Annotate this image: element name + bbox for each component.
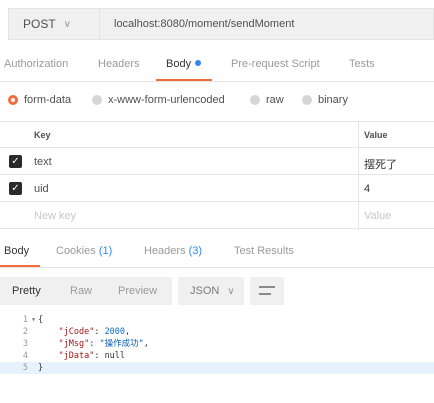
format-label: JSON [190, 285, 220, 297]
json-value: null [104, 351, 126, 361]
checkbox-checked-icon[interactable]: ✓ [9, 182, 22, 195]
table-row: ✓ uid 4 [0, 175, 434, 202]
modified-dot-icon [195, 60, 202, 66]
close-brace: } [38, 363, 44, 373]
raw-button[interactable]: Raw [70, 285, 92, 297]
code-text: "jData": null [58, 351, 126, 361]
method-select[interactable]: POST ∨ [8, 8, 100, 40]
json-value: 2000 [104, 327, 126, 337]
value-column-header: Value [364, 130, 388, 140]
tab-authorization[interactable]: Authorization [4, 58, 68, 70]
line-number: 3 [22, 339, 28, 349]
tab-prerequest-script[interactable]: Pre-request Script [231, 58, 320, 70]
radio-label: binary [318, 94, 348, 106]
radio-unchecked-icon [250, 95, 260, 105]
method-label: POST [23, 17, 56, 31]
tab-headers[interactable]: Headers [98, 58, 140, 70]
url-input[interactable]: localhost:8080/moment/sendMoment [100, 8, 434, 40]
code-line: 4 "jData": null [0, 350, 434, 362]
new-value-input[interactable]: Value [364, 210, 391, 222]
code-text: "jCode": 2000, [58, 327, 131, 337]
tab-body-label: Body [166, 58, 192, 70]
response-tabs: Body Cookies (1) Headers (3) Test Result… [0, 232, 434, 268]
format-select[interactable]: JSON ∨ [178, 277, 244, 305]
tab-body[interactable]: Body [166, 58, 202, 70]
tab-cookies[interactable]: Cookies (1) [56, 245, 112, 257]
active-tab-indicator [0, 265, 40, 267]
tab-response-headers[interactable]: Headers (3) [144, 245, 202, 257]
tab-response-body[interactable]: Body [4, 245, 29, 257]
radio-binary[interactable]: binary [302, 94, 348, 106]
preview-button[interactable]: Preview [118, 285, 157, 297]
headers-count: (3) [188, 245, 203, 257]
cookies-count: (1) [98, 245, 113, 257]
table-row-new: New key Value [0, 202, 434, 229]
radio-label: x-www-form-urlencoded [108, 94, 225, 106]
radio-unchecked-icon [302, 95, 312, 105]
json-value: "操作成功" [99, 339, 144, 349]
tab-cookies-label: Cookies [56, 245, 96, 257]
line-number: 5 [22, 363, 28, 373]
line-number: 4 [22, 351, 28, 361]
wrap-lines-button[interactable] [250, 277, 284, 305]
code-text: } [38, 362, 43, 374]
code-line: 3 "jMsg": "操作成功", [0, 338, 434, 350]
code-text: "jMsg": "操作成功", [58, 339, 149, 349]
body-type-selector: form-data x-www-form-urlencoded raw bina… [0, 82, 434, 122]
tab-test-results[interactable]: Test Results [234, 245, 294, 257]
response-body-viewer[interactable]: 1 ▾ { 2 "jCode": 2000, 3 "jMsg": "操作成功",… [0, 314, 434, 403]
line-number: 1 [22, 315, 28, 325]
radio-checked-icon [8, 95, 18, 105]
view-mode-group: Pretty Raw Preview [0, 277, 172, 305]
table-header: Key Value [0, 122, 434, 148]
url-text: localhost:8080/moment/sendMoment [114, 18, 295, 30]
code-line: 1 ▾ { [0, 314, 434, 326]
line-number: 2 [22, 327, 28, 337]
tab-tests[interactable]: Tests [349, 58, 375, 70]
wrap-lines-icon [259, 286, 275, 288]
request-tabs: Authorization Headers Body Pre-request S… [0, 46, 434, 82]
radio-label: raw [266, 94, 284, 106]
fold-arrow-icon[interactable]: ▾ [31, 314, 36, 326]
radio-form-data[interactable]: form-data [8, 94, 71, 106]
pretty-button[interactable]: Pretty [12, 285, 41, 297]
row-key[interactable]: text [34, 156, 52, 168]
checkbox-checked-icon[interactable]: ✓ [9, 155, 22, 168]
row-value[interactable]: 4 [364, 183, 370, 195]
active-tab-indicator [156, 79, 212, 81]
chevron-down-icon: ∨ [227, 285, 235, 297]
radio-label: form-data [24, 94, 72, 106]
request-bar: POST ∨ localhost:8080/moment/sendMoment [0, 0, 434, 46]
new-key-input[interactable]: New key [34, 210, 76, 222]
radio-raw[interactable]: raw [250, 94, 284, 106]
row-value[interactable]: 摆死了 [364, 156, 397, 172]
form-data-table: Key Value ✓ text 摆死了 ✓ uid 4 New key Val… [0, 122, 434, 230]
code-text: { [38, 314, 43, 326]
open-brace: { [38, 315, 44, 325]
row-key[interactable]: uid [34, 183, 49, 195]
json-key: "jData" [58, 351, 95, 361]
wrap-lines-icon-line [259, 293, 271, 295]
table-row: ✓ text 摆死了 [0, 148, 434, 175]
code-line: 5 } [0, 362, 434, 374]
tab-headers-label: Headers [144, 245, 186, 257]
json-key: "jMsg" [58, 339, 90, 349]
json-key: "jCode" [58, 327, 95, 337]
radio-unchecked-icon [92, 95, 102, 105]
key-column-header: Key [34, 130, 51, 140]
chevron-down-icon: ∨ [63, 18, 71, 30]
response-toolbar: Pretty Raw Preview JSON ∨ [0, 268, 434, 314]
code-line: 2 "jCode": 2000, [0, 326, 434, 338]
radio-urlencoded[interactable]: x-www-form-urlencoded [92, 94, 225, 106]
